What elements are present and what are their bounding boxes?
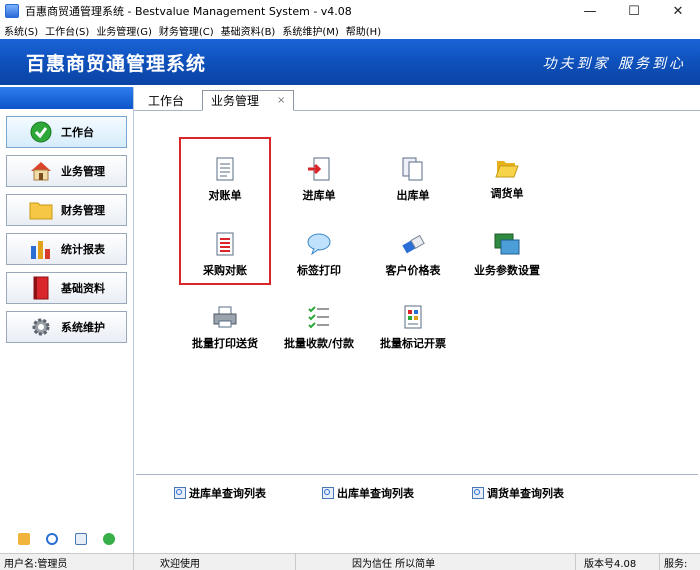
- menu-maintenance[interactable]: 系统维护(M): [282, 23, 338, 38]
- book-icon: [29, 276, 53, 300]
- sidebar-item-label: 系统维护: [61, 321, 105, 334]
- tab-label: 工作台: [148, 94, 185, 108]
- sidebar-item-workbench[interactable]: 工作台: [6, 116, 127, 148]
- function-label: 对账单: [208, 189, 242, 202]
- main-panel: 工作台 业务管理 × 对账单 进库单 出库单 调货单 采购对账 标签打印 客户价…: [134, 87, 700, 553]
- sidebar: 工作台 业务管理 财务管理 统计报表 基础资料 系统维护: [0, 87, 134, 553]
- copy-document-icon: [400, 157, 426, 181]
- function-label: 客户价格表: [385, 264, 441, 277]
- function-transfer[interactable]: 调货单: [462, 157, 552, 201]
- status-motto: 因为信任 所以简单: [296, 554, 576, 570]
- maximize-button[interactable]: ☐: [612, 0, 656, 22]
- sidebar-item-maintenance[interactable]: 系统维护: [6, 311, 127, 343]
- app-icon: [5, 4, 19, 18]
- function-purchase-reconcile[interactable]: 采购对账: [180, 232, 270, 277]
- search-list-icon: [174, 487, 186, 499]
- banner-title: 百惠商贸通管理系统: [26, 53, 207, 75]
- folder-icon: [29, 199, 53, 221]
- status-version: 版本号4.08: [576, 554, 660, 570]
- function-label-print[interactable]: 标签打印: [274, 232, 364, 277]
- search-list-icon: [472, 487, 484, 499]
- function-batch-invoice[interactable]: 批量标记开票: [368, 305, 458, 350]
- document-icon: [212, 157, 238, 181]
- import-document-icon: [306, 157, 332, 181]
- function-label: 进库单: [302, 189, 336, 202]
- transfer-query-link[interactable]: 调货单查询列表: [472, 485, 564, 501]
- check-circle-icon: [29, 121, 53, 143]
- menu-business[interactable]: 业务管理(G): [96, 23, 152, 38]
- tab-business[interactable]: 业务管理 ×: [202, 90, 295, 111]
- window-title: 百惠商贸通管理系统 - Bestvalue Management System …: [25, 5, 352, 18]
- speech-bubble-icon: [306, 232, 332, 256]
- header-banner: 百惠商贸通管理系统 功夫到家 服务到心: [0, 39, 700, 85]
- menu-basic-data[interactable]: 基础资料(B): [221, 23, 276, 38]
- function-label: 批量收款/付款: [283, 337, 355, 350]
- gear-icon: [29, 316, 53, 338]
- banner-slogan: 功夫到家 服务到心: [542, 56, 686, 72]
- status-welcome: 欢迎使用: [134, 554, 296, 570]
- status-user: 用户名:管理员: [0, 554, 134, 570]
- sidebar-item-label: 财务管理: [61, 204, 105, 217]
- function-label: 出库单: [396, 189, 430, 202]
- back-arrow-icon[interactable]: [102, 533, 115, 545]
- query-link-label: 进库单查询列表: [189, 487, 266, 500]
- checklist-icon: [306, 305, 332, 329]
- clock-icon[interactable]: [46, 533, 59, 545]
- function-label: 调货单: [490, 187, 524, 200]
- sidebar-item-finance[interactable]: 财务管理: [6, 194, 127, 226]
- function-business-params[interactable]: 业务参数设置: [462, 232, 552, 277]
- sidebar-item-basic-data[interactable]: 基础资料: [6, 272, 127, 304]
- sidebar-item-label: 基础资料: [61, 282, 105, 295]
- function-stock-in[interactable]: 进库单: [274, 157, 364, 202]
- menu-bar: 系统(S) 工作台(S) 业务管理(G) 财务管理(C) 基础资料(B) 系统维…: [0, 22, 700, 39]
- menu-finance[interactable]: 财务管理(C): [159, 23, 214, 38]
- function-label: 标签打印: [297, 264, 341, 277]
- function-batch-payment[interactable]: 批量收款/付款: [274, 305, 364, 350]
- function-label: 批量标记开票: [380, 337, 446, 350]
- function-label: 采购对账: [203, 264, 247, 277]
- function-label: 业务参数设置: [474, 264, 540, 277]
- tab-workbench[interactable]: 工作台: [140, 90, 192, 111]
- sidebar-item-label: 工作台: [61, 126, 94, 139]
- status-service: 服务:: [664, 559, 688, 570]
- stock-in-query-link[interactable]: 进库单查询列表: [174, 485, 266, 501]
- house-icon: [29, 160, 53, 182]
- unlock-icon[interactable]: [18, 533, 31, 545]
- open-folder-icon: [494, 157, 520, 179]
- function-reconcile[interactable]: 对账单: [180, 157, 270, 202]
- windows-icon: [494, 232, 520, 256]
- menu-help[interactable]: 帮助(H): [346, 23, 381, 38]
- sidebar-header: [0, 87, 133, 109]
- stock-out-query-link[interactable]: 出库单查询列表: [322, 485, 414, 501]
- sidebar-item-label: 业务管理: [61, 165, 105, 178]
- query-list-panel: 进库单查询列表 出库单查询列表 调货单查询列表: [136, 474, 698, 553]
- function-customer-price[interactable]: 客户价格表: [368, 232, 458, 277]
- tab-label: 业务管理: [211, 94, 260, 108]
- sidebar-quick-icons: [0, 525, 133, 553]
- printer-icon: [212, 305, 238, 329]
- title-bar: 百惠商贸通管理系统 - Bestvalue Management System …: [0, 0, 700, 22]
- tab-strip: 工作台 业务管理 ×: [134, 87, 700, 111]
- function-stock-out[interactable]: 出库单: [368, 157, 458, 202]
- minimize-button[interactable]: —: [568, 0, 612, 22]
- menu-workbench[interactable]: 工作台(S): [45, 23, 89, 38]
- status-bar: 用户名:管理员 欢迎使用 因为信任 所以简单 版本号4.08 服务:: [0, 553, 700, 570]
- close-icon[interactable]: ×: [277, 95, 285, 106]
- close-button[interactable]: ✕: [656, 0, 700, 22]
- red-list-document-icon: [212, 232, 238, 256]
- color-grid-document-icon: [400, 305, 426, 329]
- sidebar-item-business[interactable]: 业务管理: [6, 155, 127, 187]
- function-label: 批量打印送货: [192, 337, 258, 350]
- bar-chart-icon: [29, 238, 53, 260]
- search-list-icon: [322, 487, 334, 499]
- query-link-label: 出库单查询列表: [337, 487, 414, 500]
- eraser-icon: [400, 232, 426, 256]
- query-link-label: 调货单查询列表: [487, 487, 564, 500]
- menu-system[interactable]: 系统(S): [4, 23, 38, 38]
- sidebar-item-reports[interactable]: 统计报表: [6, 233, 127, 265]
- search-icon[interactable]: [74, 533, 87, 545]
- sidebar-item-label: 统计报表: [61, 243, 105, 256]
- function-batch-print[interactable]: 批量打印送货: [180, 305, 270, 350]
- window-controls: — ☐ ✕: [568, 0, 700, 22]
